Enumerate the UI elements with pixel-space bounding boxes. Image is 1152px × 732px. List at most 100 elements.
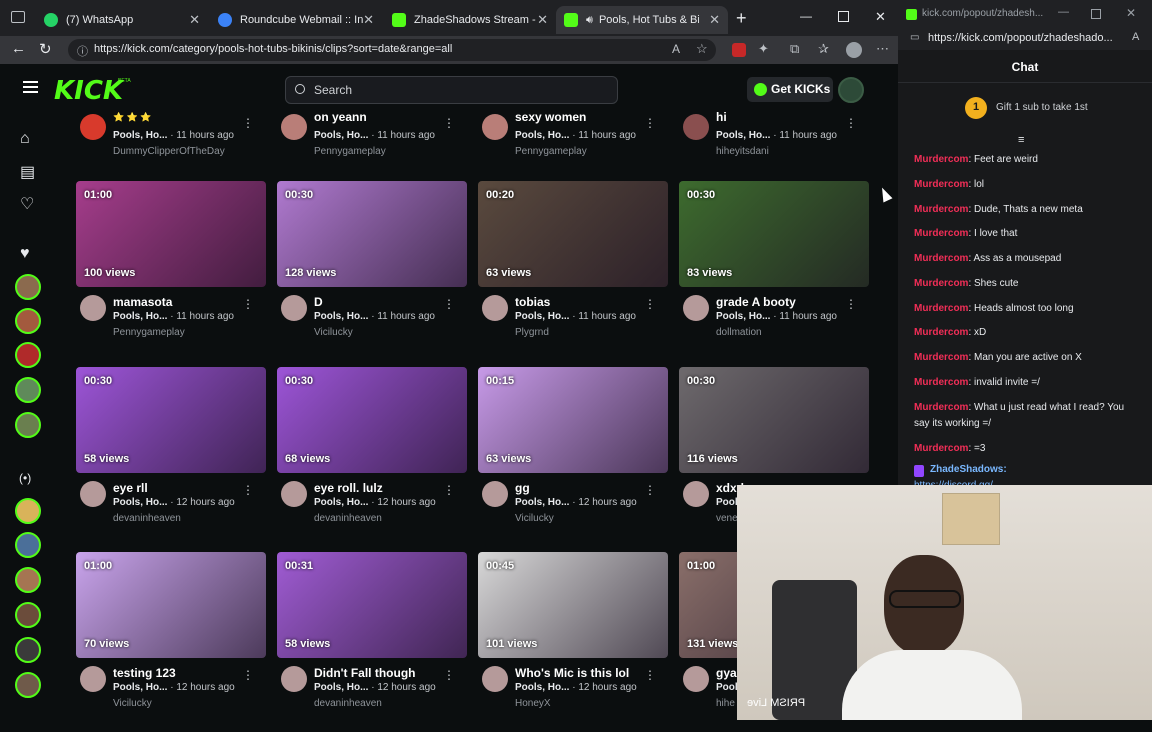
live-channel-avatar[interactable] — [15, 672, 41, 698]
clip-author[interactable]: devaninheaven — [314, 698, 382, 709]
chat-username[interactable]: Murdercom — [914, 154, 968, 165]
clip-creator-avatar[interactable] — [281, 114, 307, 140]
clip-thumbnail[interactable]: 00:30 128 views — [277, 181, 467, 287]
clip-author[interactable]: DummyClipperOfTheDay — [113, 146, 225, 157]
clip-creator-avatar[interactable] — [482, 114, 508, 140]
clip-thumbnail[interactable]: 00:45 101 views — [478, 552, 668, 658]
read-aloud-icon[interactable]: A — [1132, 31, 1139, 43]
followed-channel-avatar[interactable] — [15, 377, 41, 403]
chat-username[interactable]: Murdercom — [914, 204, 968, 215]
clip-card[interactable]: 00:30 83 views grade A booty Pools, Ho... ·… — [679, 181, 869, 361]
clip-author[interactable]: hihe — [716, 698, 735, 709]
clip-card[interactable]: hi Pools, Ho... · 11 hours ago hiheyitsd… — [679, 0, 869, 180]
clip-thumbnail[interactable]: 00:15 63 views — [478, 367, 668, 473]
clip-category[interactable]: Pools, Ho... — [314, 311, 368, 322]
minimize-button[interactable]: — — [1058, 6, 1069, 18]
chat-username[interactable]: Murdercom — [914, 402, 968, 413]
clip-card[interactable]: 00:30 68 views eye roll. lulz Pools, Ho... … — [277, 367, 467, 547]
clip-title[interactable]: gg — [515, 481, 530, 495]
clip-title[interactable]: gya — [716, 666, 737, 680]
more-options-icon[interactable]: ⋮ — [242, 297, 254, 311]
clip-creator-avatar[interactable] — [281, 481, 307, 507]
followed-channel-avatar[interactable] — [15, 274, 41, 300]
chat-username[interactable]: Murdercom — [914, 228, 968, 239]
clip-title[interactable]: eye roll. lulz — [314, 481, 383, 495]
clip-author[interactable]: Pennygameplay — [515, 146, 587, 157]
more-options-icon[interactable]: ⋮ — [242, 483, 254, 497]
chat-username[interactable]: Murdercom — [914, 443, 968, 454]
clip-thumbnail[interactable]: 01:00 70 views — [76, 552, 266, 658]
clip-card[interactable]: 00:31 58 views Didn't Fall though Pools, Ho… — [277, 552, 467, 732]
clip-category[interactable]: Pools, Ho... — [716, 130, 770, 141]
more-options-icon[interactable]: ⋮ — [443, 297, 455, 311]
live-channel-avatar[interactable] — [15, 602, 41, 628]
more-options-icon[interactable]: ⋮ — [644, 297, 656, 311]
chat-username[interactable]: Murdercom — [914, 253, 968, 264]
more-options-icon[interactable]: ⋮ — [443, 483, 455, 497]
chat-username[interactable]: Murdercom — [914, 278, 968, 289]
clip-card[interactable]: 01:00 100 views mamasota Pools, Ho... · 11 … — [76, 181, 266, 361]
clip-author[interactable]: devaninheaven — [314, 513, 382, 524]
clip-title[interactable]: D — [314, 295, 323, 309]
clip-author[interactable]: dollmation — [716, 327, 762, 338]
clip-category[interactable]: Pools, Ho... — [113, 130, 167, 141]
clip-creator-avatar[interactable] — [80, 666, 106, 692]
home-icon[interactable]: ⌂ — [20, 130, 30, 148]
clip-creator-avatar[interactable] — [281, 295, 307, 321]
clip-thumbnail[interactable]: 01:00 100 views — [76, 181, 266, 287]
clip-creator-avatar[interactable] — [683, 481, 709, 507]
clip-category[interactable]: Pools, Ho... — [113, 311, 167, 322]
clip-thumbnail[interactable]: 00:31 58 views — [277, 552, 467, 658]
clip-thumbnail[interactable]: 00:30 116 views — [679, 367, 869, 473]
browse-icon[interactable]: ▤ — [20, 162, 35, 182]
clip-title[interactable]: Who's Mic is this lol — [515, 666, 629, 680]
clip-creator-avatar[interactable] — [683, 114, 709, 140]
clip-card[interactable]: 01:00 70 views testing 123 Pools, Ho... · 1… — [76, 552, 266, 732]
sidebar-toggle-icon[interactable] — [11, 11, 25, 23]
maximize-button[interactable] — [1091, 9, 1101, 19]
clip-author[interactable]: Pennygameplay — [113, 327, 185, 338]
clip-creator-avatar[interactable] — [683, 666, 709, 692]
followed-channel-avatar[interactable] — [15, 308, 41, 334]
clip-author[interactable]: Vicilucky — [314, 327, 353, 338]
pinned-expand-icon[interactable]: ≡ — [1018, 134, 1024, 146]
back-button[interactable]: ← — [11, 40, 26, 57]
followed-heart-icon[interactable]: ♥ — [20, 245, 30, 263]
clip-card[interactable]: ⭐ ⭐ ⭐ Pools, Ho... · 11 hours ago DummyC… — [76, 0, 266, 180]
clip-author[interactable]: Vicilucky — [515, 513, 554, 524]
clip-creator-avatar[interactable] — [80, 295, 106, 321]
clip-card[interactable]: 00:30 58 views eye rll Pools, Ho... · 12 ho… — [76, 367, 266, 547]
more-menu-icon[interactable]: ⋯ — [876, 41, 889, 57]
close-window-button[interactable]: ✕ — [875, 9, 886, 25]
chat-url-bar[interactable]: ▭ https://kick.com/popout/zhadeshado... … — [898, 28, 1152, 50]
clip-creator-avatar[interactable] — [482, 481, 508, 507]
clip-title[interactable]: tobias — [515, 295, 550, 309]
more-options-icon[interactable]: ⋮ — [644, 116, 656, 130]
clip-author[interactable]: hiheyitsdani — [716, 146, 769, 157]
clip-thumbnail[interactable]: 00:30 68 views — [277, 367, 467, 473]
clip-author[interactable]: Vicilucky — [113, 698, 152, 709]
chat-username[interactable]: Murdercom — [914, 179, 968, 190]
more-options-icon[interactable]: ⋮ — [644, 668, 656, 682]
clip-author[interactable]: vene — [716, 513, 738, 524]
more-options-icon[interactable]: ⋮ — [242, 116, 254, 130]
clip-category[interactable]: Pools, Ho... — [314, 130, 368, 141]
clip-card[interactable]: 00:30 128 views D Pools, Ho... · 11 hours a… — [277, 181, 467, 361]
clip-title[interactable]: mamasota — [113, 295, 172, 309]
clip-category[interactable]: Pools, Ho... — [515, 497, 569, 508]
clip-title[interactable]: testing 123 — [113, 666, 176, 680]
clip-category[interactable]: Pools, Ho... — [314, 497, 368, 508]
close-window-button[interactable]: ✕ — [1126, 6, 1136, 20]
clip-title[interactable]: eye rll — [113, 481, 148, 495]
clip-card[interactable]: 00:15 63 views gg Pools, Ho... · 12 hours a… — [478, 367, 668, 547]
live-channel-avatar[interactable] — [15, 637, 41, 663]
more-options-icon[interactable]: ⋮ — [443, 116, 455, 130]
followed-channel-avatar[interactable] — [15, 412, 41, 438]
more-options-icon[interactable]: ⋮ — [845, 116, 857, 130]
clip-card[interactable]: on yeann Pools, Ho... · 11 hours ago Pen… — [277, 0, 467, 180]
refresh-button[interactable]: ↻ — [39, 40, 52, 58]
clip-category[interactable]: Pools, Ho... — [716, 311, 770, 322]
chat-username[interactable]: ZhadeShadows: — [930, 464, 1007, 475]
clip-thumbnail[interactable]: 00:30 58 views — [76, 367, 266, 473]
hamburger-menu-icon[interactable] — [23, 81, 38, 93]
